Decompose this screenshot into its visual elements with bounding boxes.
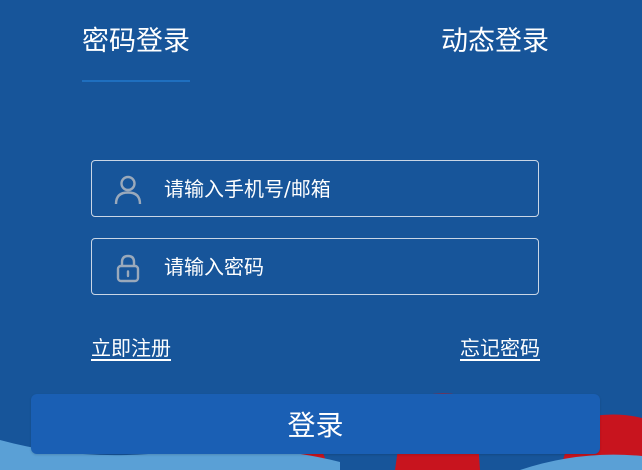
decoration-wave-right bbox=[520, 454, 642, 470]
forgot-password-link[interactable]: 忘记密码 bbox=[460, 332, 540, 361]
tab-password-login[interactable]: 密码登录 bbox=[82, 22, 190, 62]
register-link[interactable]: 立即注册 bbox=[91, 332, 171, 361]
lock-icon bbox=[116, 254, 140, 283]
password-field[interactable] bbox=[91, 238, 539, 295]
password-input[interactable] bbox=[164, 239, 524, 294]
user-icon bbox=[114, 175, 142, 205]
login-button[interactable]: 登录 bbox=[31, 394, 600, 454]
tab-dynamic-login[interactable]: 动态登录 bbox=[441, 22, 549, 62]
account-field[interactable] bbox=[91, 160, 539, 217]
active-tab-indicator bbox=[82, 80, 190, 82]
account-input[interactable] bbox=[164, 161, 524, 216]
